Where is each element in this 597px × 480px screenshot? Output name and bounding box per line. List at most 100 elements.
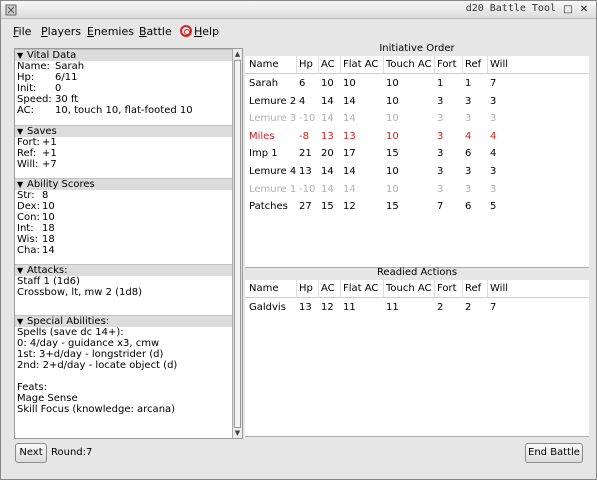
table-cell: 10 bbox=[386, 166, 399, 177]
table-row[interactable]: Lemure 3 -10 14 14 10 3 3 3 bbox=[245, 110, 589, 127]
table-row[interactable]: Lemure 1 -10 14 14 10 3 3 3 bbox=[245, 181, 589, 198]
column-header[interactable]: Will bbox=[490, 283, 508, 294]
table-cell: Galdvis bbox=[249, 302, 286, 313]
table-cell: -10 bbox=[299, 183, 316, 195]
saves-section: ▼ Saves Fort: +1 Ref: +1 Will: +7 bbox=[15, 125, 232, 170]
table-cell: 10 bbox=[386, 78, 399, 89]
table-cell: 13 bbox=[343, 130, 356, 142]
scroll-down-icon[interactable]: ▼ bbox=[233, 428, 242, 438]
column-header[interactable]: Hp bbox=[299, 59, 313, 70]
table-cell: 17 bbox=[343, 148, 356, 160]
left-scrollbar[interactable]: ▲ ▼ bbox=[232, 49, 242, 438]
scroll-thumb[interactable] bbox=[234, 60, 241, 428]
column-divider[interactable] bbox=[318, 280, 319, 298]
table-row[interactable]: Sarah 6 10 10 10 1 1 7 bbox=[245, 75, 589, 92]
readied-table[interactable]: Name Hp AC Flat AC Touch AC Fort Ref Will Galdv… bbox=[245, 280, 589, 437]
special-line: Feats: bbox=[17, 382, 47, 393]
vital-row: Init: 0 bbox=[17, 83, 62, 94]
column-divider[interactable] bbox=[462, 280, 463, 298]
column-divider[interactable] bbox=[318, 56, 319, 74]
vital-row: Hp: 6/11 bbox=[17, 72, 78, 83]
save-row: Will: +7 bbox=[17, 159, 57, 170]
initiative-table[interactable]: Name Hp AC Flat AC Touch AC Fort Ref Will Sarah… bbox=[245, 56, 589, 268]
special-abilities-header[interactable]: ▼ Special Abilities: bbox=[15, 315, 232, 327]
special-line: Mage Sense bbox=[17, 393, 78, 404]
character-details-panel: ▼ Vital Data Name: Sarah Hp: 6/11 Init: 0 Sp… bbox=[14, 48, 243, 439]
column-divider[interactable] bbox=[340, 56, 341, 74]
table-cell: Miles bbox=[249, 130, 275, 142]
scroll-up-icon[interactable]: ▲ bbox=[233, 49, 242, 59]
menu-enemies[interactable]: Enemies bbox=[87, 25, 134, 38]
saves-header[interactable]: ▼ Saves bbox=[15, 125, 232, 137]
menu-file[interactable]: File bbox=[13, 25, 31, 38]
column-divider[interactable] bbox=[296, 280, 297, 298]
vital-data-header[interactable]: ▼ Vital Data bbox=[15, 49, 232, 61]
table-row[interactable]: Lemure 4 13 14 14 10 3 3 3 bbox=[245, 163, 589, 180]
column-header[interactable]: Touch AC bbox=[386, 283, 432, 294]
table-cell: 10 bbox=[386, 95, 399, 107]
save-row: Fort: +1 bbox=[17, 137, 57, 148]
table-cell: 14 bbox=[343, 166, 356, 177]
special-line: Skill Focus (knowledge: arcana) bbox=[17, 404, 176, 415]
column-divider[interactable] bbox=[340, 280, 341, 298]
table-cell: 1 bbox=[437, 78, 444, 89]
table-cell: 7 bbox=[490, 302, 497, 313]
menu-help[interactable]: Help bbox=[180, 25, 219, 38]
table-row[interactable]: Imp 1 21 20 17 15 3 6 4 bbox=[245, 145, 589, 162]
column-header[interactable]: AC bbox=[321, 283, 335, 294]
vital-row: Name: Sarah bbox=[17, 61, 85, 72]
column-header[interactable]: Name bbox=[249, 283, 279, 294]
menu-players[interactable]: Players bbox=[41, 25, 81, 38]
next-button[interactable]: Next bbox=[15, 443, 47, 463]
table-cell: 12 bbox=[321, 302, 334, 313]
app-icon bbox=[5, 4, 17, 16]
column-divider[interactable] bbox=[462, 56, 463, 74]
column-header[interactable]: Fort bbox=[437, 59, 457, 70]
column-header[interactable]: Touch AC bbox=[386, 59, 432, 70]
table-cell: 4 bbox=[490, 148, 497, 160]
column-divider[interactable] bbox=[434, 280, 435, 298]
table-cell: Imp 1 bbox=[249, 148, 278, 160]
column-divider[interactable] bbox=[487, 56, 488, 74]
column-header[interactable]: Flat AC bbox=[343, 59, 378, 70]
table-cell: 20 bbox=[321, 148, 334, 160]
maximize-icon[interactable]: □ bbox=[562, 4, 574, 16]
column-header[interactable]: Ref bbox=[465, 59, 481, 70]
special-line: Spells (save dc 14+): bbox=[17, 327, 124, 338]
column-header[interactable]: Flat AC bbox=[343, 283, 378, 294]
ability-row: Dex: 10 bbox=[17, 201, 55, 212]
table-cell: 3 bbox=[437, 166, 444, 177]
table-cell: 15 bbox=[321, 201, 334, 213]
special-line: 0: 4/day - guidance x3, cmw bbox=[17, 338, 160, 349]
column-header[interactable]: Name bbox=[249, 59, 279, 70]
attack-line: Crossbow, lt, mw 2 (1d8) bbox=[17, 287, 142, 298]
table-cell: 3 bbox=[490, 183, 497, 195]
column-divider[interactable] bbox=[383, 56, 384, 74]
column-header[interactable]: Hp bbox=[299, 283, 313, 294]
menu-battle[interactable]: Battle bbox=[139, 25, 172, 38]
table-cell: 3 bbox=[437, 130, 444, 142]
table-cell: 3 bbox=[437, 183, 444, 195]
close-icon[interactable]: ✕ bbox=[578, 4, 590, 16]
table-cell: 3 bbox=[465, 95, 472, 107]
table-row[interactable]: Patches 27 15 12 15 7 6 5 bbox=[245, 198, 589, 215]
column-header[interactable]: Ref bbox=[465, 283, 481, 294]
attacks-header[interactable]: ▼ Attacks: bbox=[15, 264, 232, 276]
column-divider[interactable] bbox=[296, 56, 297, 74]
table-row[interactable]: Galdvis 13 12 11 11 2 2 7 bbox=[245, 299, 589, 316]
column-header[interactable]: Fort bbox=[437, 283, 457, 294]
table-row[interactable]: Lemure 2 4 14 14 10 3 3 3 bbox=[245, 93, 589, 110]
table-cell: 3 bbox=[437, 95, 444, 107]
column-header[interactable]: AC bbox=[321, 59, 335, 70]
table-cell: 10 bbox=[386, 183, 399, 195]
end-battle-button[interactable]: End Battle bbox=[525, 443, 583, 463]
column-divider[interactable] bbox=[434, 56, 435, 74]
table-row[interactable]: Miles -8 13 13 10 3 4 4 bbox=[245, 128, 589, 145]
ability-row: Str: 8 bbox=[17, 190, 49, 201]
column-header[interactable]: Will bbox=[490, 59, 508, 70]
column-divider[interactable] bbox=[383, 280, 384, 298]
column-divider[interactable] bbox=[487, 280, 488, 298]
battle-tables-panel: Initiative Order Name Hp AC Flat AC Touch AC… bbox=[245, 42, 589, 438]
table-cell: 3 bbox=[437, 148, 444, 160]
ability-scores-header[interactable]: ▼ Ability Scores bbox=[15, 178, 232, 190]
